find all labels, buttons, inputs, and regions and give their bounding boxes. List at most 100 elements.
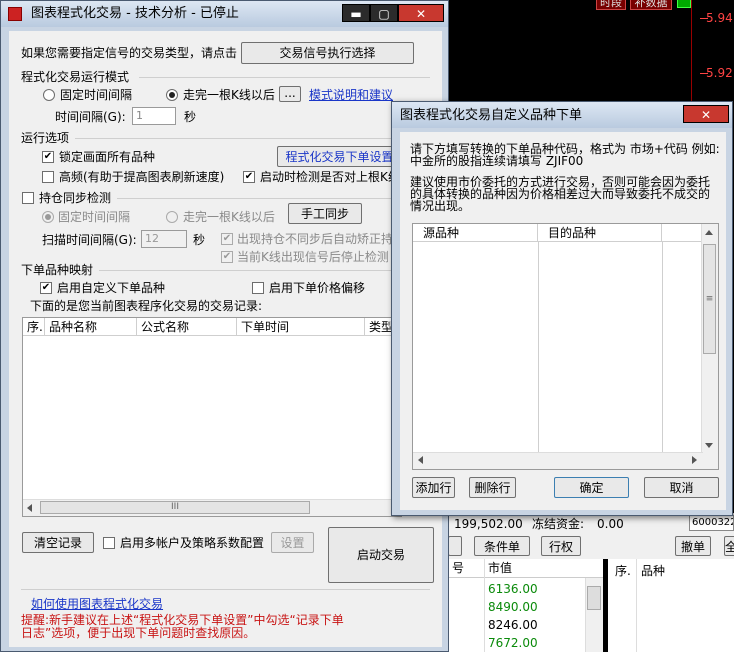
settings-button[interactable]: 设置 <box>271 532 314 553</box>
tab-left-partial[interactable] <box>448 536 462 556</box>
lock-symbols-checkbox[interactable]: ✔ <box>42 151 54 163</box>
scroll-up-arrow-icon[interactable] <box>705 230 713 235</box>
balance-value: 199,502.00 <box>454 517 523 531</box>
auto-correct-checkbox[interactable]: ✔ <box>221 233 233 245</box>
mapping-col-target[interactable]: 目的品种 <box>538 224 662 242</box>
sync-section-line <box>117 198 430 199</box>
stop-detect-label: 当前K线出现信号后停止检测 <box>237 250 389 264</box>
top-tab-period[interactable]: 时段 <box>596 0 626 10</box>
price-line-high <box>700 18 708 19</box>
records-col-seq[interactable]: 序. <box>23 318 45 336</box>
scroll-down-arrow-icon[interactable] <box>705 443 713 448</box>
signal-select-button[interactable]: 交易信号执行选择 <box>241 42 414 64</box>
scroll-left-arrow-icon[interactable] <box>418 456 423 464</box>
high-frequency-checkbox[interactable] <box>42 171 54 183</box>
manual-sync-button[interactable]: 手工同步 <box>288 203 362 224</box>
chart-vertical-line <box>691 0 692 110</box>
order-settings-button[interactable]: 程式化交易下单设置 <box>277 146 402 167</box>
col-seq-header: 序. <box>615 564 631 578</box>
code-field[interactable]: 6000322 <box>689 515 734 531</box>
main-title: 图表程式化交易 - 技术分析 - 已停止 <box>31 6 239 21</box>
cancel-button[interactable]: 取消 <box>644 477 719 498</box>
mapping-col-line <box>538 242 539 454</box>
status-indicator-icon <box>677 0 691 8</box>
dialog-titlebar[interactable]: 图表程式化交易自定义品种下单 <box>392 102 732 128</box>
orders-col-divider <box>636 559 637 652</box>
close-button[interactable]: ✕ <box>398 4 444 22</box>
check-on-start-checkbox[interactable]: ✔ <box>243 171 255 183</box>
multi-account-label: 启用多帐户及策略系数配置 <box>120 536 265 550</box>
mapping-hscrollbar[interactable] <box>413 452 703 469</box>
mapping-scroll-thumb[interactable]: ≡ <box>703 244 716 354</box>
scroll-left-arrow-icon[interactable] <box>27 504 32 512</box>
multi-account-checkbox[interactable] <box>103 537 115 549</box>
table-header-divider <box>448 577 603 578</box>
tab-conditional-order[interactable]: 条件单 <box>474 536 530 556</box>
position-sync-label: 持仓同步检测 <box>39 191 112 205</box>
bottom-divider <box>21 589 430 590</box>
scroll-right-arrow-icon[interactable] <box>692 456 697 464</box>
price-offset-label: 启用下单价格偏移 <box>269 281 366 295</box>
dialog-title: 图表程式化交易自定义品种下单 <box>400 108 583 123</box>
position-sync-checkbox[interactable] <box>22 192 34 204</box>
maximize-button[interactable]: ▢ <box>370 4 398 22</box>
interval-hotkey: (G): <box>103 110 126 124</box>
dialog-instructions: 请下方填写转换的下单品种代码，格式为 市场+代码 例如:中金所的股指连续请填写 … <box>410 142 720 168</box>
market-value-cell: 6136.00 <box>488 582 538 596</box>
ok-button[interactable]: 确定 <box>554 477 629 498</box>
interval-unit: 秒 <box>184 110 197 124</box>
records-col-formula[interactable]: 公式名称 <box>137 318 237 336</box>
all-cancel-button[interactable]: 全 <box>724 536 734 556</box>
custom-symbol-checkbox[interactable]: ✔ <box>40 282 52 294</box>
mapping-table[interactable]: 源品种 目的品种 ≡ <box>412 223 719 470</box>
records-col-time[interactable]: 下单时间 <box>237 318 365 336</box>
scan-interval-unit: 秒 <box>193 233 206 247</box>
mode-more-button[interactable]: ... <box>279 86 301 102</box>
records-table[interactable]: 序. 品种名称 公式名称 下单时间 类型 III <box>22 317 402 517</box>
positions-scroll-thumb[interactable] <box>587 586 601 610</box>
tip-text: 提醒:新手建议在上述“程式化交易下单设置”中勾选“记录下单日志”选项，便于出现下… <box>21 613 344 640</box>
mode-help-link[interactable]: 模式说明和建议 <box>309 87 393 103</box>
price-level-high: 5.94 <box>706 11 733 25</box>
tab-exercise[interactable]: 行权 <box>541 536 581 556</box>
scan-interval-input[interactable]: 12 <box>141 230 187 248</box>
cancel-order-button[interactable]: 撤单 <box>675 536 711 556</box>
stop-detect-checkbox[interactable]: ✔ <box>221 251 233 263</box>
top-tab-fill-data[interactable]: 补数据 <box>630 0 672 10</box>
records-scroll-thumb[interactable]: III <box>40 501 310 514</box>
mapping-col-source[interactable]: 源品种 <box>413 224 538 242</box>
start-trading-button[interactable]: 启动交易 <box>328 527 434 583</box>
delete-row-button[interactable]: 删除行 <box>469 477 516 498</box>
price-offset-checkbox[interactable] <box>252 282 264 294</box>
run-section-title: 运行选项 <box>21 131 70 145</box>
price-level-low: 5.92 <box>706 66 733 80</box>
custom-symbol-dialog: 图表程式化交易自定义品种下单 ✕ 请下方填写转换的下单品种代码，格式为 市场+代… <box>391 101 733 516</box>
add-row-button[interactable]: 添加行 <box>412 477 455 498</box>
dialog-close-button[interactable]: ✕ <box>683 105 729 123</box>
records-label: 下面的是您当前图表程序化交易的交易记录: <box>30 299 263 313</box>
mode-kline-label: 走完一根K线以后 <box>183 88 275 102</box>
mode-section-title: 程式化交易运行模式 <box>21 70 130 84</box>
table-col-divider <box>484 559 485 652</box>
help-link[interactable]: 如何使用图表程式化交易 <box>31 596 163 612</box>
clear-records-button[interactable]: 清空记录 <box>22 532 94 553</box>
records-col-symbol[interactable]: 品种名称 <box>45 318 137 336</box>
sync-kline-label: 走完一根K线以后 <box>183 210 275 224</box>
mapping-col-extra[interactable] <box>662 224 702 242</box>
main-window: 图表程式化交易 - 技术分析 - 已停止 ▬ ▢ ✕ 如果您需要指定信号的交易类… <box>0 0 449 652</box>
mode-section-line <box>139 77 430 78</box>
market-value-cell: 8246.00 <box>488 618 538 632</box>
app-icon <box>8 7 22 21</box>
minimize-button[interactable]: ▬ <box>342 4 370 22</box>
mode-kline-radio[interactable] <box>166 89 178 101</box>
scan-interval-label: 扫描时间间隔 <box>42 233 115 247</box>
sync-kline-radio[interactable] <box>166 211 178 223</box>
col-market-value-header: 市值 <box>488 561 513 575</box>
auto-correct-label: 出现持仓不同步后自动矫正持 <box>237 232 394 246</box>
sync-fixed-radio[interactable] <box>42 211 54 223</box>
interval-input[interactable]: 1 <box>132 107 176 125</box>
market-value-cell: 8490.00 <box>488 600 538 614</box>
market-value-cell: 7672.00 <box>488 636 538 650</box>
mode-fixed-radio[interactable] <box>43 89 55 101</box>
signal-prompt: 如果您需要指定信号的交易类型，请点击 <box>21 46 238 60</box>
